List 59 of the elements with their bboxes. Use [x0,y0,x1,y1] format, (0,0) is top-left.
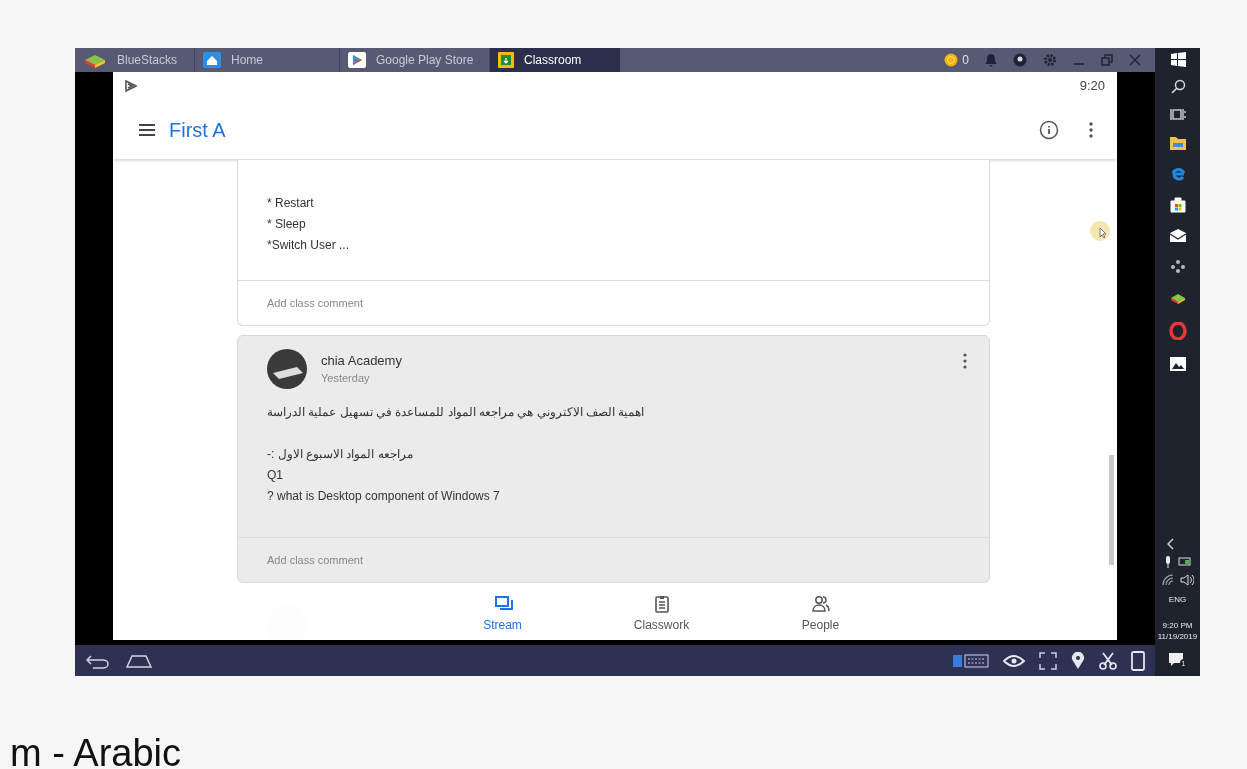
microphone-icon[interactable] [1163,556,1172,568]
nav-tab[interactable]: Stream [423,588,582,640]
nav-tab[interactable]: People [741,588,900,640]
keyboard-icon[interactable] [953,652,989,669]
windows-logo-icon[interactable] [1169,51,1186,67]
back-icon[interactable] [85,652,111,669]
dots-cluster-icon[interactable] [1168,257,1187,275]
scrollbar[interactable] [1109,455,1114,565]
clock-time[interactable]: 9:20 PM [1162,620,1193,631]
play-store-icon [348,52,366,68]
coin-count: 0 [962,52,969,69]
info-icon[interactable] [1039,119,1059,140]
post-text-line: Q1 [267,467,284,484]
speaker-icon[interactable] [1179,574,1194,586]
ring-o-icon[interactable] [1168,322,1187,340]
house-icon [203,52,221,68]
clock-date[interactable]: 11/19/2019 [1157,631,1198,642]
folder-icon[interactable] [1168,134,1187,151]
picture-icon[interactable] [1168,355,1187,373]
search-icon[interactable] [1169,79,1186,95]
post-text-line: * Restart [267,195,315,212]
post-text-line: *Switch User ... [267,237,351,254]
post-text-line: * Sleep [267,216,307,233]
nav-tab[interactable]: Classwork [582,588,741,640]
class-title: First A [169,117,226,143]
wifi-icon[interactable] [1161,574,1174,586]
battery-icon[interactable] [1177,556,1192,566]
language-indicator[interactable]: ENG [1168,594,1187,606]
more-icon[interactable] [963,353,967,369]
account-icon[interactable] [1013,53,1027,67]
app-tab[interactable]: Classroom [490,48,620,72]
notification-icon[interactable] [1167,652,1184,666]
comment-field[interactable]: Add class comment [267,294,363,312]
post-text-line: ? what is Desktop component of Windows 7 [267,488,501,505]
video-caption: m - Arabic [9,734,183,769]
author-name: chia Academy [321,352,403,370]
post-date: Yesterday [321,371,371,386]
scissors-icon[interactable] [1099,651,1117,670]
mouse-cursor-icon [1089,220,1111,242]
more-icon[interactable] [1089,121,1093,138]
eye-icon[interactable] [1003,653,1025,668]
classroom-app-icon [498,52,514,68]
shopping-bag-icon[interactable] [1168,195,1187,213]
status-time: 9:20 [1079,77,1105,96]
chevron-left-icon[interactable] [1165,538,1176,550]
envelope-icon[interactable] [1168,227,1187,243]
play-icon [125,80,137,92]
task-view-icon[interactable] [1169,107,1186,122]
fullscreen-icon[interactable] [1039,651,1057,670]
home-icon[interactable] [125,653,153,668]
menu-icon[interactable] [139,123,155,136]
people-icon [810,594,831,614]
post-card[interactable]: * Restart * Sleep *Switch User ... Add class comment [237,160,990,326]
post-text-line: مراجعه المواد الاسبوع الاول :- [267,446,414,463]
coin-icon [944,53,959,67]
post-text-line: اهمية الصف الاكتروني هي مراجعه المواد للمساعدة في تسهيل عملية الدراسة [267,404,646,421]
avatar-icon [267,349,307,389]
phone-icon[interactable] [1131,650,1145,671]
location-pin-icon[interactable] [1071,651,1085,670]
